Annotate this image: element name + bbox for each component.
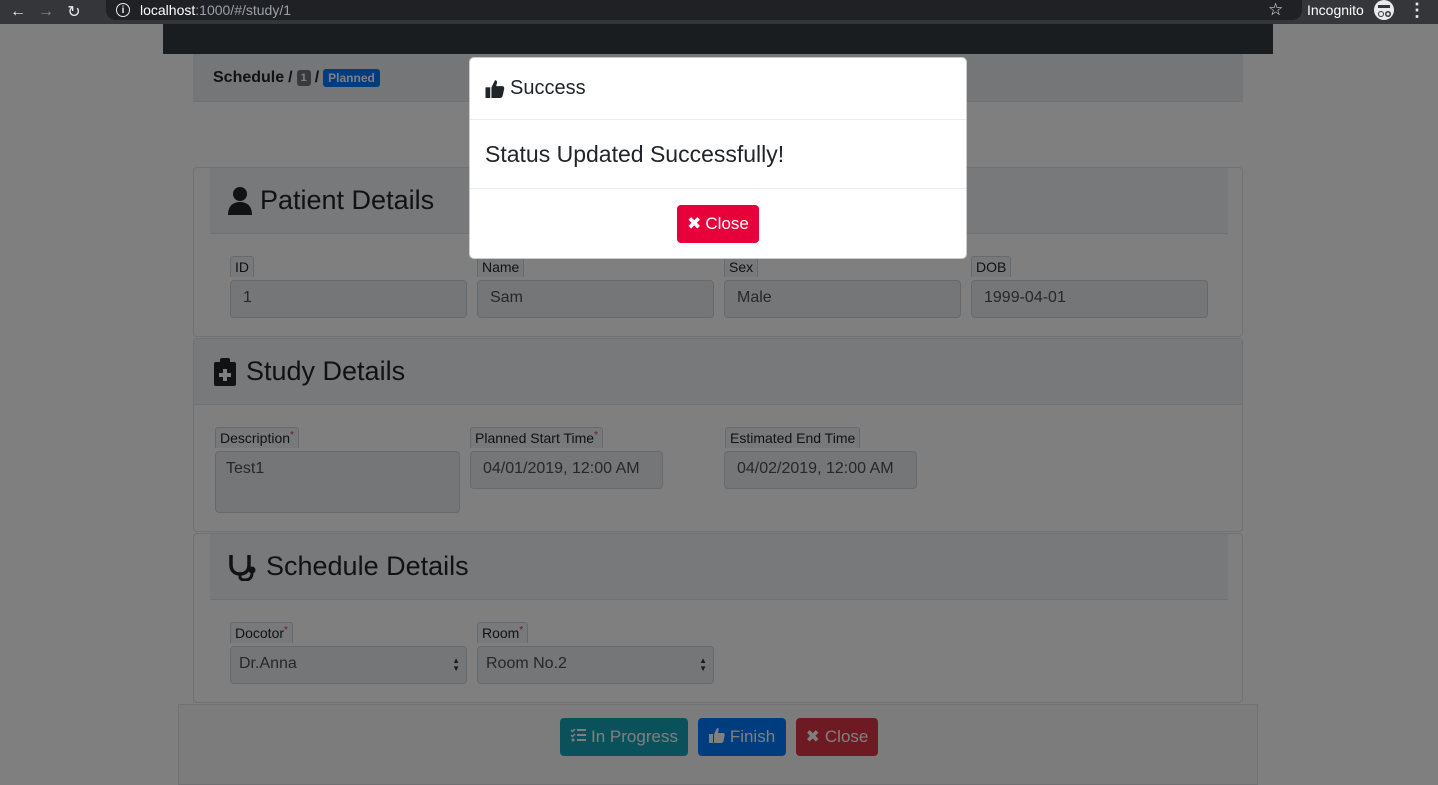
forward-icon[interactable]: →: [36, 2, 56, 22]
modal-close-label: Close: [705, 214, 749, 233]
modal-body: Status Updated Successfully!: [470, 120, 966, 189]
back-icon[interactable]: ←: [8, 2, 28, 22]
success-modal: Success Status Updated Successfully! ✖ C…: [469, 57, 967, 259]
browser-menu-icon[interactable]: ⋮: [1408, 0, 1426, 20]
modal-close-button[interactable]: ✖ Close: [677, 205, 759, 243]
close-icon: ✖: [687, 214, 702, 233]
incognito-label: Incognito: [1307, 2, 1364, 18]
info-icon[interactable]: i: [116, 3, 130, 17]
bookmark-star-icon[interactable]: ☆: [1268, 0, 1283, 20]
url-host: localhost: [140, 2, 196, 18]
browser-toolbar: ← → ↻ i localhost:1000/#/study/1 ☆ Incog…: [0, 0, 1438, 24]
address-bar[interactable]: i localhost:1000/#/study/1: [106, 0, 1302, 20]
incognito-icon[interactable]: [1374, 0, 1394, 20]
modal-message: Status Updated Successfully!: [485, 140, 785, 167]
modal-title: Success: [510, 77, 586, 99]
url-path: :1000/#/study/1: [195, 2, 292, 18]
reload-icon[interactable]: ↻: [64, 2, 84, 22]
modal-footer: ✖ Close: [470, 189, 966, 259]
thumbs-up-icon: [485, 79, 505, 98]
modal-header: Success: [470, 58, 966, 120]
